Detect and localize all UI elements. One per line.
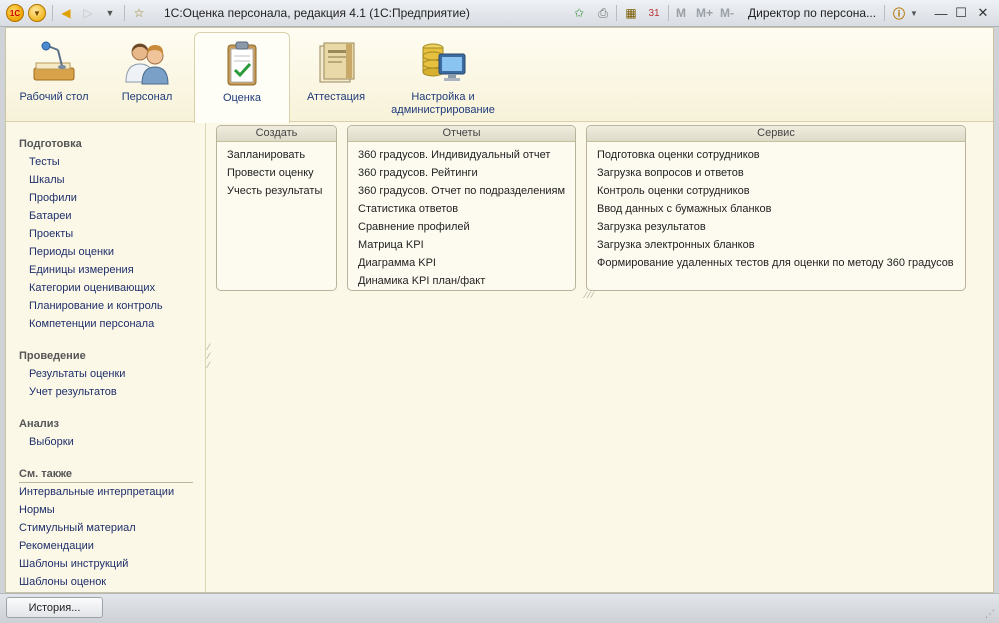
section-personnel[interactable]: Персонал [112, 32, 182, 120]
chevron-down-icon[interactable]: ▼ [909, 4, 919, 22]
nav-item-samples[interactable]: Выборки [29, 436, 74, 448]
see-also-item-norms[interactable]: Нормы [19, 504, 55, 516]
nav-item-projects[interactable]: Проекты [29, 228, 73, 240]
service-panel: Сервис Подготовка оценки сотрудников Заг… [586, 125, 966, 291]
maximize-icon[interactable]: ☐ [951, 4, 971, 22]
app-logo-icon[interactable]: 1С [6, 4, 24, 22]
section-attestation[interactable]: Аттестация [300, 32, 372, 120]
actions-panel: ⁄ ⁄ ⁄ Создать Запланировать Провести оценк… [207, 123, 993, 592]
memory-minus-button[interactable]: M- [720, 6, 734, 20]
people-icon [125, 43, 169, 85]
title-bar: 1С ▼ ◀ ▷ ▼ ☆ 1С:Оценка персонала, редакц… [0, 0, 999, 27]
history-button[interactable]: История... [6, 597, 103, 618]
nav-item-scales[interactable]: Шкалы [29, 174, 65, 186]
see-also-title: См. также [19, 468, 72, 480]
service-load-results[interactable]: Загрузка результатов [597, 221, 706, 233]
section-label: Аттестация [306, 91, 366, 103]
section-label: Рабочий стол [19, 91, 89, 103]
chevron-down-icon[interactable]: ▼ [102, 4, 118, 22]
create-panel-title: Создать [217, 126, 336, 142]
nav-item-periods[interactable]: Периоды оценки [29, 246, 114, 258]
report-kpi-dynamics[interactable]: Динамика KPI план/факт [358, 275, 485, 287]
section-label: Персонал [121, 91, 173, 103]
action-conduct-assessment[interactable]: Провести оценку [227, 167, 314, 179]
reports-panel-title: Отчеты [348, 126, 575, 142]
favorites-star-icon[interactable]: ☆ [130, 4, 148, 22]
toolbar-separator [884, 5, 885, 21]
section-assessment[interactable]: Оценка [194, 32, 290, 123]
toolbar-separator [124, 5, 125, 21]
service-load-questions[interactable]: Загрузка вопросов и ответов [597, 167, 744, 179]
add-favorite-icon[interactable]: ✩ [570, 4, 588, 22]
resize-grip-icon[interactable]: ⋰ [985, 609, 995, 620]
desk-lamp-icon [33, 41, 75, 81]
navigation-panel: Подготовка Тесты Шкалы Профили Батареи П… [6, 123, 206, 592]
see-also-item-recommendations[interactable]: Рекомендации [19, 540, 94, 552]
section-desktop[interactable]: Рабочий стол [16, 32, 92, 120]
service-load-electronic-forms[interactable]: Загрузка электронных бланков [597, 239, 755, 251]
close-icon[interactable]: ✕ [973, 4, 993, 22]
nav-item-units[interactable]: Единицы измерения [29, 264, 134, 276]
window-title: 1С:Оценка персонала, редакция 4.1 (1С:Пр… [164, 6, 470, 20]
report-kpi-matrix[interactable]: Матрица KPI [358, 239, 424, 251]
calculator-icon[interactable]: ▦ [622, 4, 640, 22]
toolbar-separator [668, 5, 669, 21]
report-360-ratings[interactable]: 360 градусов. Рейтинги [358, 167, 478, 179]
action-record-results[interactable]: Учесть результаты [227, 185, 322, 197]
nav-item-batteries[interactable]: Батареи [29, 210, 72, 222]
app-body: Рабочий стол Персонал Оценка Аттестация … [5, 27, 994, 593]
nav-item-tests[interactable]: Тесты [29, 156, 60, 168]
toolbar-separator [616, 5, 617, 21]
info-icon[interactable]: ⓘ [890, 4, 908, 22]
report-kpi-chart[interactable]: Диаграмма KPI [358, 257, 436, 269]
status-bar: История... ⋰ [0, 593, 999, 623]
service-paper-input[interactable]: Ввод данных с бумажных бланков [597, 203, 771, 215]
minimize-icon[interactable]: — [931, 4, 951, 22]
back-arrow-icon[interactable]: ◀ [58, 4, 74, 22]
create-panel: Создать Запланировать Провести оценку Уч… [216, 125, 337, 291]
action-plan[interactable]: Запланировать [227, 149, 305, 161]
forward-arrow-icon[interactable]: ▷ [80, 4, 96, 22]
see-also-divider [19, 482, 193, 483]
splitter-grip-icon[interactable]: ⁄⁄⁄ [585, 290, 596, 300]
current-user[interactable]: Директор по персона... [748, 6, 876, 20]
report-answer-statistics[interactable]: Статистика ответов [358, 203, 458, 215]
nav-group-title: Подготовка [19, 138, 82, 150]
service-remote-tests-360[interactable]: Формирование удаленных тестов для оценки… [597, 257, 954, 269]
calendar-icon[interactable]: 31 [645, 4, 663, 22]
service-prepare-assessment[interactable]: Подготовка оценки сотрудников [597, 149, 760, 161]
nav-item-results[interactable]: Результаты оценки [29, 368, 125, 380]
folder-docs-icon [319, 42, 355, 83]
memory-button[interactable]: M [676, 6, 686, 20]
database-monitor-icon [422, 43, 466, 81]
section-label: Настройка и администрирование [391, 91, 495, 116]
nav-group-title: Анализ [19, 418, 59, 430]
main-menu-icon[interactable]: ▼ [28, 4, 46, 22]
print-icon[interactable]: ⎙ [594, 4, 612, 22]
nav-item-rater-categories[interactable]: Категории оценивающих [29, 282, 155, 294]
service-panel-title: Сервис [587, 126, 965, 142]
nav-item-competencies[interactable]: Компетенции персонала [29, 318, 154, 330]
section-settings[interactable]: Настройка и администрирование [384, 32, 502, 120]
report-profile-comparison[interactable]: Сравнение профилей [358, 221, 470, 233]
see-also-item-stimulus[interactable]: Стимульный материал [19, 522, 136, 534]
nav-item-profiles[interactable]: Профили [29, 192, 77, 204]
sections-panel: Рабочий стол Персонал Оценка Аттестация … [6, 28, 993, 123]
see-also-item-instruction-templates[interactable]: Шаблоны инструкций [19, 558, 128, 570]
see-also-item-intervals[interactable]: Интервальные интерпретации [19, 486, 174, 498]
nav-item-planning[interactable]: Планирование и контроль [29, 300, 163, 312]
clipboard-check-icon [227, 41, 257, 86]
memory-plus-button[interactable]: M+ [696, 6, 713, 20]
see-also-item-assessment-templates[interactable]: Шаблоны оценок [19, 576, 106, 588]
splitter-grip-icon[interactable]: ⁄⁄⁄ [208, 343, 214, 370]
nav-item-results-accounting[interactable]: Учет результатов [29, 386, 117, 398]
nav-group-title: Проведение [19, 350, 86, 362]
report-360-departments[interactable]: 360 градусов. Отчет по подразделениям [358, 185, 565, 197]
reports-panel: Отчеты 360 градусов. Индивидуальный отче… [347, 125, 576, 291]
section-label: Оценка [222, 92, 262, 104]
toolbar-separator [52, 5, 53, 21]
service-control-assessment[interactable]: Контроль оценки сотрудников [597, 185, 750, 197]
report-360-individual[interactable]: 360 градусов. Индивидуальный отчет [358, 149, 550, 161]
